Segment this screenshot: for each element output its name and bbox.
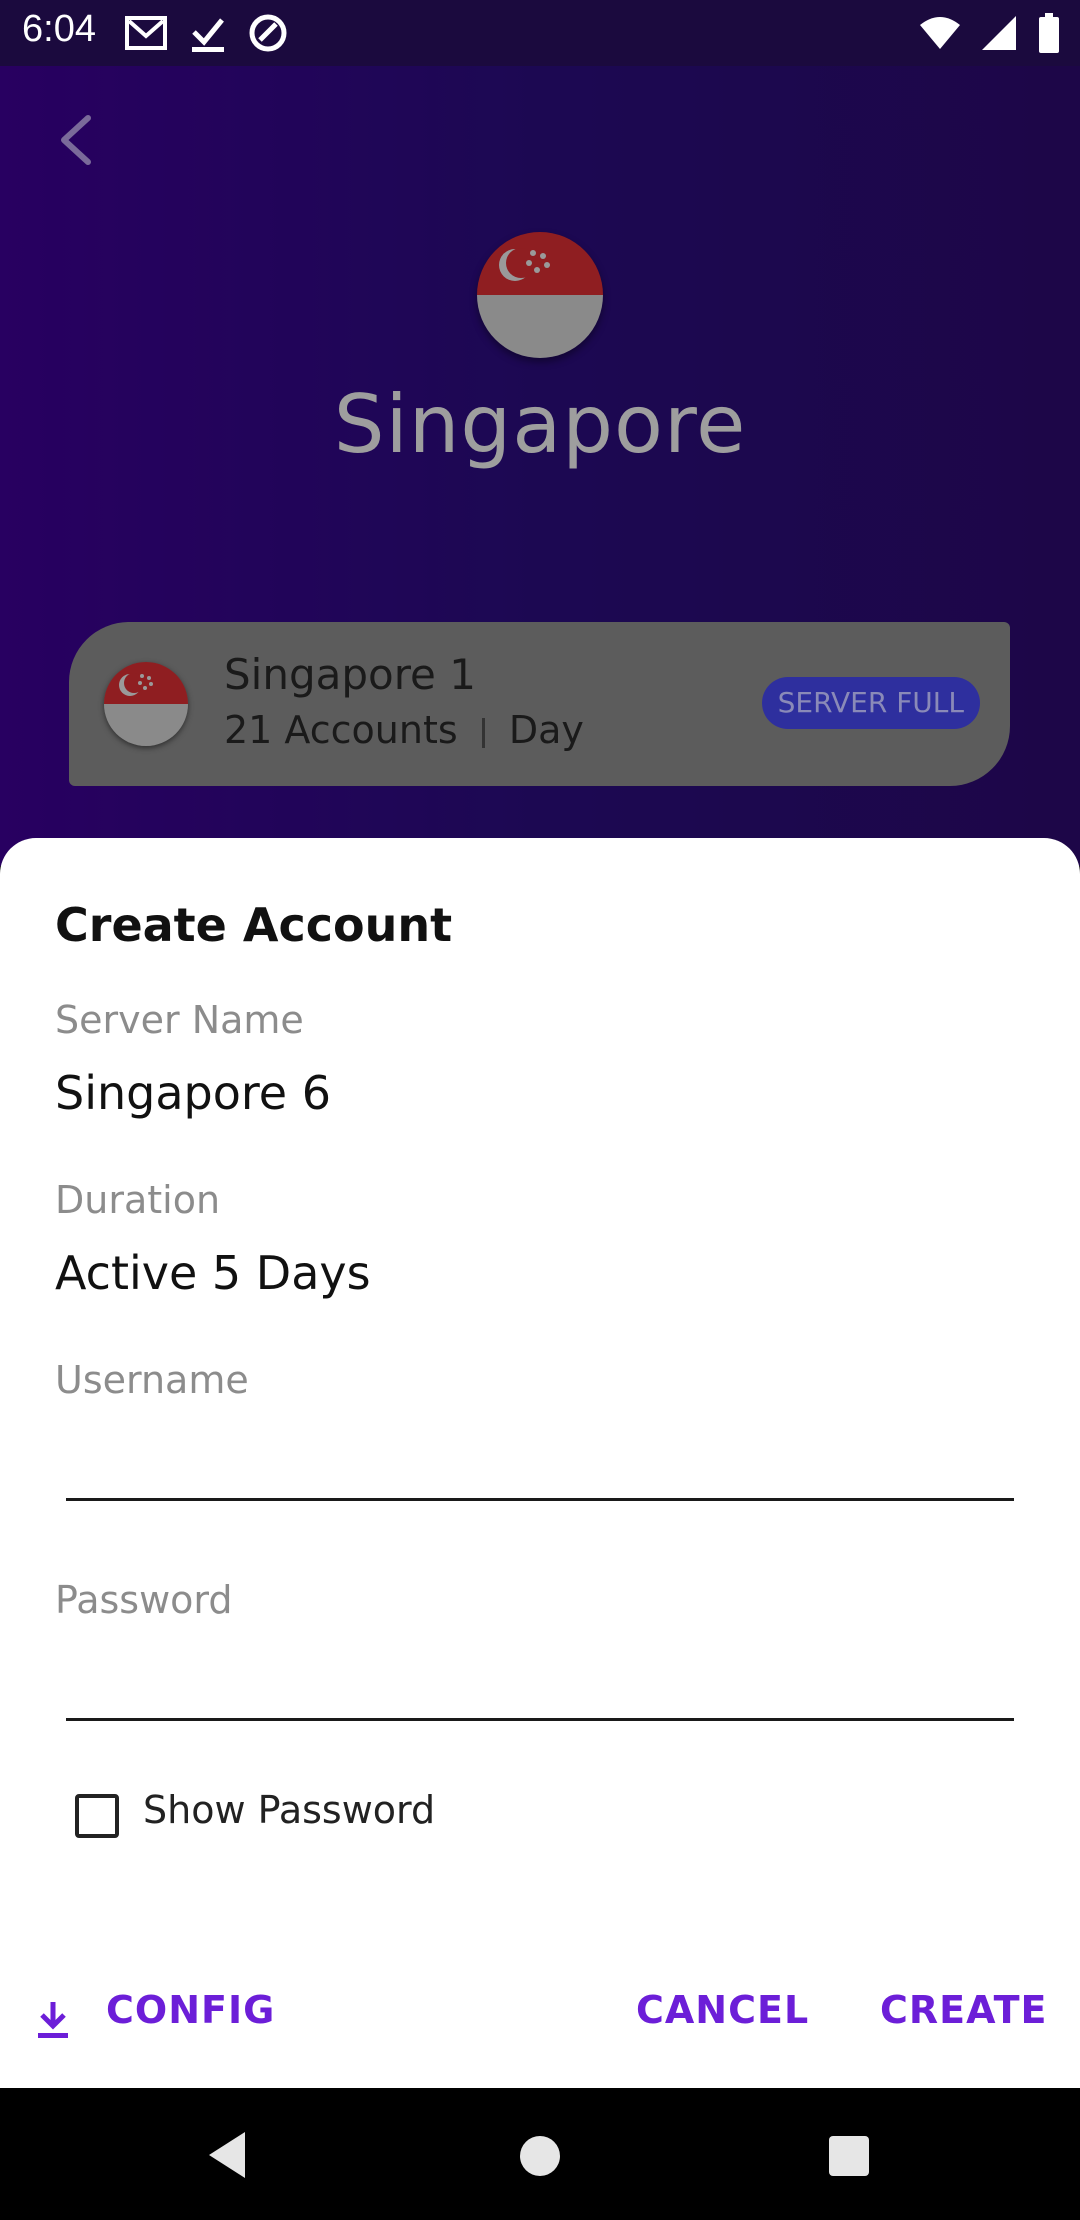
username-underline — [66, 1498, 1014, 1501]
duration-label: Duration — [55, 1178, 221, 1222]
nav-back-icon[interactable] — [205, 2130, 249, 2180]
server-name-label: Server Name — [55, 998, 304, 1042]
dialog-title: Create Account — [55, 898, 453, 952]
create-button[interactable]: CREATE — [880, 1988, 1047, 2032]
server-card-accounts: 21 Accounts — [224, 708, 458, 752]
server-card-title: Singapore 1 — [224, 650, 476, 699]
status-bar: 6:04 — [0, 0, 1080, 66]
separator — [481, 717, 485, 748]
download-icon[interactable] — [36, 2000, 70, 2040]
duration-value: Active 5 Days — [55, 1246, 371, 1300]
server-card-subtitle: 21 Accounts Day — [224, 708, 584, 752]
cancel-button[interactable]: CANCEL — [636, 1988, 809, 2032]
gmail-icon — [125, 16, 167, 50]
password-underline — [66, 1718, 1014, 1721]
username-input[interactable] — [66, 1438, 1018, 1496]
at-sign-icon — [249, 14, 287, 52]
status-right — [918, 12, 1060, 54]
back-arrow-icon[interactable] — [50, 110, 110, 170]
show-password-checkbox[interactable] — [75, 1794, 119, 1838]
username-label: Username — [55, 1358, 249, 1402]
singapore-flag-icon — [104, 662, 188, 746]
signal-icon — [982, 16, 1016, 50]
config-button[interactable]: CONFIG — [106, 1988, 275, 2032]
country-title: Singapore — [333, 378, 747, 471]
server-card-duration: Day — [508, 708, 584, 752]
password-input[interactable] — [66, 1658, 1018, 1716]
password-label: Password — [55, 1578, 233, 1622]
show-password-label[interactable]: Show Password — [143, 1788, 435, 1832]
create-account-sheet: Create Account Server Name Singapore 6 D… — [0, 838, 1080, 2088]
nav-recents-icon[interactable] — [829, 2136, 869, 2176]
battery-icon — [1039, 13, 1059, 53]
server-card[interactable]: Singapore 1 21 Accounts Day SERVER FULL — [69, 622, 1010, 786]
check-icon — [192, 18, 224, 52]
navigation-bar — [0, 2088, 1080, 2220]
server-full-badge: SERVER FULL — [761, 677, 980, 729]
nav-home-icon[interactable] — [520, 2136, 560, 2176]
singapore-flag-icon — [477, 232, 603, 358]
screen: 6:04 Singapore Singapore 1 21 Accounts D… — [0, 0, 1080, 2220]
status-time: 6:04 — [22, 8, 96, 50]
server-name-value: Singapore 6 — [55, 1066, 331, 1120]
wifi-icon — [920, 17, 960, 49]
